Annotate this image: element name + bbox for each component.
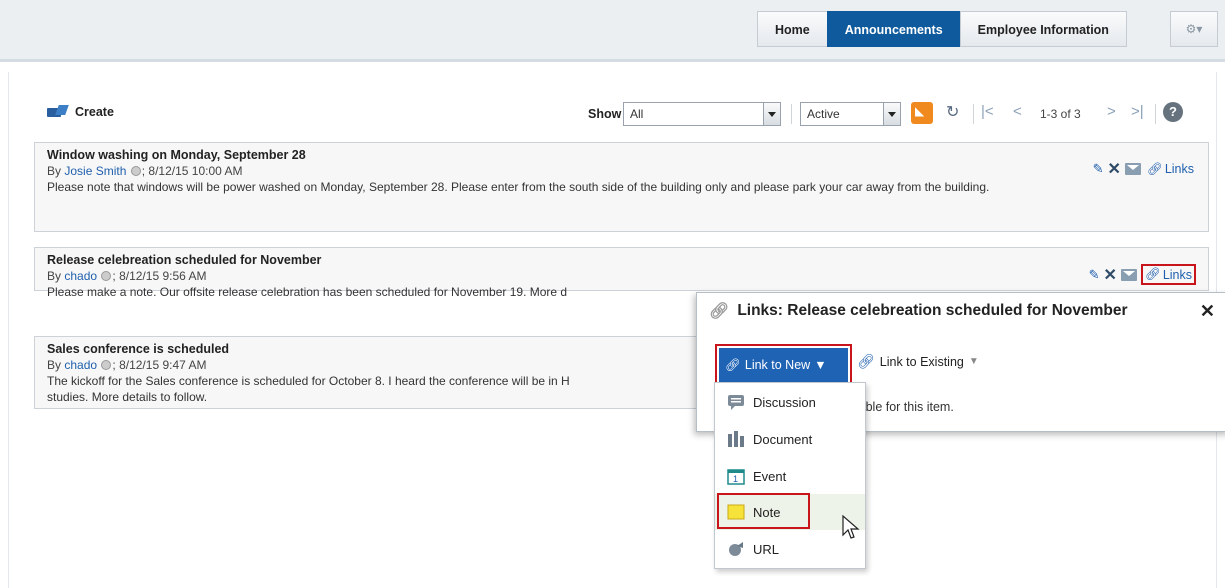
announcement-byline: By chado ; 8/12/15 9:56 AM <box>47 269 207 283</box>
status-filter-value: Active <box>807 107 840 121</box>
show-label: Show <box>588 107 622 121</box>
chevron-down-icon <box>763 103 780 125</box>
mail-icon[interactable] <box>1124 163 1141 175</box>
announcement-title: Window washing on Monday, September 28 <box>47 148 306 162</box>
presence-icon <box>101 360 112 370</box>
link-icon: 🔗︎ <box>857 353 875 369</box>
next-page-icon[interactable]: > <box>1107 103 1116 120</box>
top-navigation-bar: Home Announcements Employee Information … <box>0 0 1225 62</box>
presence-icon <box>101 271 112 281</box>
show-filter-value: All <box>630 107 644 121</box>
event-icon: 1 <box>727 467 745 485</box>
refresh-icon[interactable]: ↻ <box>946 102 959 122</box>
author-link[interactable]: chado <box>64 269 97 283</box>
pagination-range: 1-3 of 3 <box>1040 107 1081 121</box>
url-icon <box>727 540 745 558</box>
menu-item-event[interactable]: 1 Event <box>715 458 865 494</box>
item-actions: ✎ ✕ 🔗︎ Links <box>1093 159 1196 179</box>
close-icon[interactable]: ✕ <box>1200 301 1215 322</box>
link-to-existing-button[interactable]: 🔗︎ Link to Existing ▼ <box>857 353 979 370</box>
link-to-new-button[interactable]: 🔗︎ Link to New ▼ <box>719 348 848 382</box>
tab-home[interactable]: Home <box>757 11 827 47</box>
tab-announcements[interactable]: Announcements <box>826 11 960 47</box>
mouse-cursor-icon <box>842 515 860 539</box>
show-filter-select[interactable]: All <box>623 102 781 126</box>
megaphone-icon <box>47 105 69 119</box>
note-highlight <box>717 493 810 529</box>
presence-icon <box>130 166 141 176</box>
menu-item-discussion[interactable]: Discussion <box>715 384 865 420</box>
delete-icon[interactable]: ✕ <box>1104 265 1117 285</box>
announcements-toolbar: Create Show All Active ↻ |< < 1-3 of 3 >… <box>47 102 1225 126</box>
link-icon: 🔗︎ <box>1146 161 1163 176</box>
delete-icon[interactable]: ✕ <box>1108 159 1121 179</box>
item-actions: ✎ ✕ 🔗︎ Links <box>1089 264 1196 285</box>
status-filter-select[interactable]: Active <box>800 102 901 126</box>
links-button[interactable]: 🔗︎ Links <box>1140 264 1196 285</box>
links-button[interactable]: 🔗︎ Links <box>1145 161 1196 178</box>
chevron-down-icon <box>883 103 900 125</box>
divider <box>1155 104 1156 124</box>
create-button[interactable]: Create <box>47 105 114 119</box>
popup-header: 🔗︎ Links: Release celebreation scheduled… <box>709 301 1128 321</box>
link-icon: 🔗︎ <box>725 358 741 372</box>
gear-icon: ⚙▾ <box>1185 22 1203 36</box>
document-icon <box>727 430 745 448</box>
announcement-title: Release celebreation scheduled for Novem… <box>47 253 322 267</box>
nav-tabs: Home Announcements Employee Information <box>757 11 1127 47</box>
last-page-icon[interactable]: >| <box>1131 103 1144 120</box>
menu-item-document[interactable]: Document <box>715 421 865 457</box>
gear-menu-button[interactable]: ⚙▾ <box>1170 11 1218 47</box>
announcement-date: ; 8/12/15 9:47 AM <box>112 358 207 372</box>
discussion-icon <box>727 393 745 411</box>
tab-employee-information[interactable]: Employee Information <box>959 11 1127 47</box>
first-page-icon[interactable]: |< <box>981 103 994 120</box>
help-icon[interactable]: ? <box>1163 102 1183 122</box>
link-icon: 🔗︎ <box>1144 267 1161 281</box>
svg-text:1: 1 <box>733 474 738 484</box>
announcement-item: Release celebreation scheduled for Novem… <box>34 247 1209 299</box>
previous-page-icon[interactable]: < <box>1013 103 1022 120</box>
author-link[interactable]: Josie Smith <box>64 164 126 178</box>
popup-title: Links: Release celebreation scheduled fo… <box>737 302 1128 319</box>
edit-icon[interactable]: ✎ <box>1089 267 1100 283</box>
announcement-date: ; 8/12/15 10:00 AM <box>141 164 243 178</box>
link-to-new-highlight: 🔗︎ Link to New ▼ <box>715 344 852 386</box>
divider <box>973 104 974 124</box>
create-label: Create <box>75 105 114 119</box>
author-link[interactable]: chado <box>64 358 97 372</box>
chevron-down-icon: ▼ <box>968 356 979 367</box>
announcement-date: ; 8/12/15 9:56 AM <box>112 269 207 283</box>
divider <box>791 104 792 124</box>
chevron-down-icon: ▼ <box>814 358 827 372</box>
rss-icon[interactable] <box>911 102 933 124</box>
mail-icon[interactable] <box>1120 268 1137 281</box>
link-icon: 🔗︎ <box>709 303 730 320</box>
announcement-item: Window washing on Monday, September 28 B… <box>34 142 1209 232</box>
edit-icon[interactable]: ✎ <box>1093 161 1104 177</box>
announcement-body: Please note that windows will be power w… <box>47 180 990 194</box>
announcement-byline: By Josie Smith ; 8/12/15 10:00 AM <box>47 164 243 178</box>
